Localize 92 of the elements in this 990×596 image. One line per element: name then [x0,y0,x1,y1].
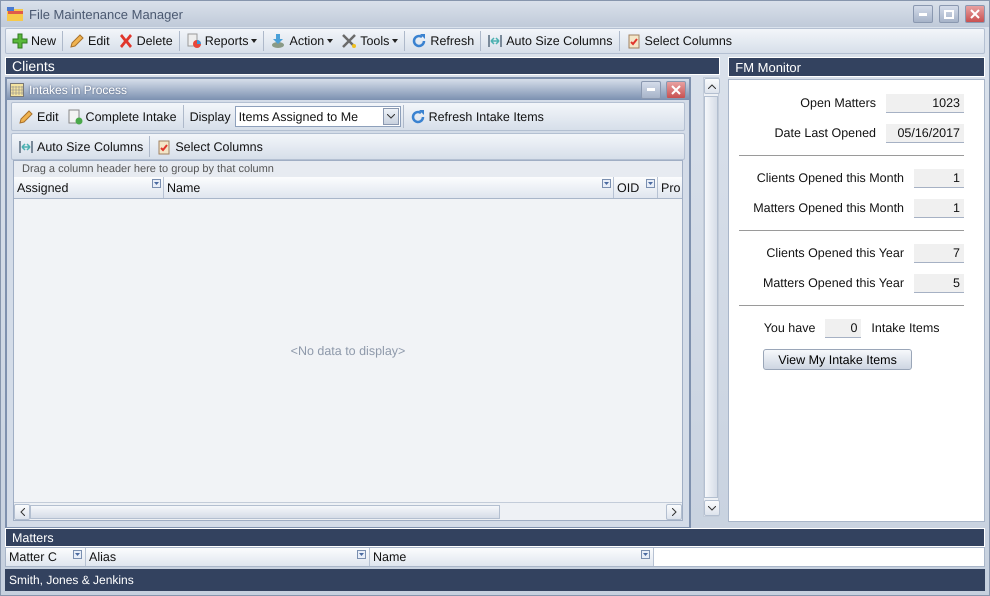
close-icon [970,9,980,19]
menu-button[interactable]: Reports [182,30,262,52]
window-title: File Maintenance Manager [29,6,184,22]
maximize-button[interactable] [939,5,959,23]
filter-icon [152,179,161,188]
stat-label: Clients Opened this Year [766,246,904,260]
close-button[interactable] [666,80,686,98]
clipboard-icon [156,138,172,154]
scroll-right-button[interactable] [666,504,682,520]
column-header[interactable]: Name [370,548,654,566]
stat-label: Clients Opened this Month [756,171,904,185]
column-header[interactable]: Name [164,177,614,198]
intake-count: 0 [825,318,862,338]
menu-button[interactable]: Action [266,30,338,52]
toolbar-button[interactable]: Edit [14,106,63,128]
monitor-header: FM Monitor [728,57,985,77]
report-icon [186,33,202,49]
toolbar-button[interactable]: Select Columns [152,136,267,158]
toolbar-button[interactable]: Select Columns [622,30,736,52]
column-resize-icon [487,33,504,49]
intake-label: Intake Items [871,321,940,335]
column-resize-icon [18,138,34,154]
column-header[interactable]: Alias [86,548,370,566]
filter-icon [357,550,366,559]
close-icon [671,84,681,94]
stat-label: Open Matters [800,96,876,110]
chevron-up-icon [708,84,716,88]
folder-icon [7,6,23,22]
stat-value: 5 [914,274,964,292]
menu-button[interactable]: Tools [337,30,402,52]
intake-label: You have [764,321,816,335]
scroll-left-button[interactable] [14,504,30,520]
display-label: Display [188,110,232,124]
refresh-icon [410,108,426,124]
window-title: Intakes in Process [29,82,128,96]
group-hint: Drag a column header here to group by that column [14,161,682,177]
chevron-right-icon [672,508,676,516]
empty-message: <No data to display> [290,344,406,358]
clipboard-icon [626,33,642,49]
caret-icon [327,39,334,43]
stat-label: Date Last Opened [774,126,876,140]
delete-icon [118,33,134,49]
chevron-down-icon [708,506,716,510]
stat-value: 1 [914,198,964,218]
column-header[interactable]: Matter C [6,548,86,566]
stat-value: 05/16/2017 [886,124,964,142]
filter-icon [641,550,650,559]
stat-value: 7 [914,244,964,262]
pencil-icon [18,108,34,124]
minimize-icon [919,12,927,16]
toolbar-button[interactable]: Edit [65,30,114,52]
toolbar-button[interactable]: Delete [114,30,177,52]
scrollbar-thumb[interactable] [704,96,718,498]
caret-icon [392,39,398,43]
minimize-button[interactable] [641,80,661,98]
stat-value: 1 [914,168,964,188]
stat-label: Matters Opened this Month [753,201,904,215]
chevron-down-icon [386,114,395,119]
column-header[interactable]: Assigned [14,177,164,198]
document-check-icon [66,108,83,124]
filter-icon [602,179,611,188]
stat-value: 1023 [886,94,964,112]
scroll-down-button[interactable] [704,500,720,516]
calendar-icon [10,82,24,96]
minimize-button[interactable] [913,5,933,23]
toolbar-button[interactable]: Refresh [407,30,478,52]
toolbar-button[interactable]: Complete Intake [62,106,181,128]
filter-icon [646,179,655,188]
plus-icon [12,33,28,49]
column-header[interactable]: Pro [658,177,682,198]
toolbar-button[interactable]: New [8,30,60,52]
toolbar-button[interactable]: Auto Size Columns [483,30,617,52]
view-intake-button[interactable]: View My Intake Items [763,349,912,370]
caret-icon [251,39,258,43]
stat-label: Matters Opened this Year [762,276,904,290]
status-bar: Smith, Jones & Jenkins [5,569,985,591]
download-icon [270,33,286,49]
pencil-icon [69,33,86,49]
clients-header: Clients [5,57,720,75]
minimize-icon [647,88,655,91]
close-button[interactable] [965,5,985,23]
toolbar-button[interactable]: Refresh Intake Items [406,106,548,128]
display-dropdown[interactable]: Items Assigned to Me [234,106,401,127]
scrollbar-thumb[interactable] [30,504,500,518]
filter-icon [73,550,82,559]
refresh-icon [411,33,428,49]
scroll-up-button[interactable] [704,78,720,94]
toolbar-button[interactable]: Auto Size Columns [14,136,148,158]
maximize-icon [944,10,954,18]
matters-header: Matters [5,528,985,547]
column-header[interactable]: OID [614,177,658,198]
chevron-left-icon [20,508,24,516]
